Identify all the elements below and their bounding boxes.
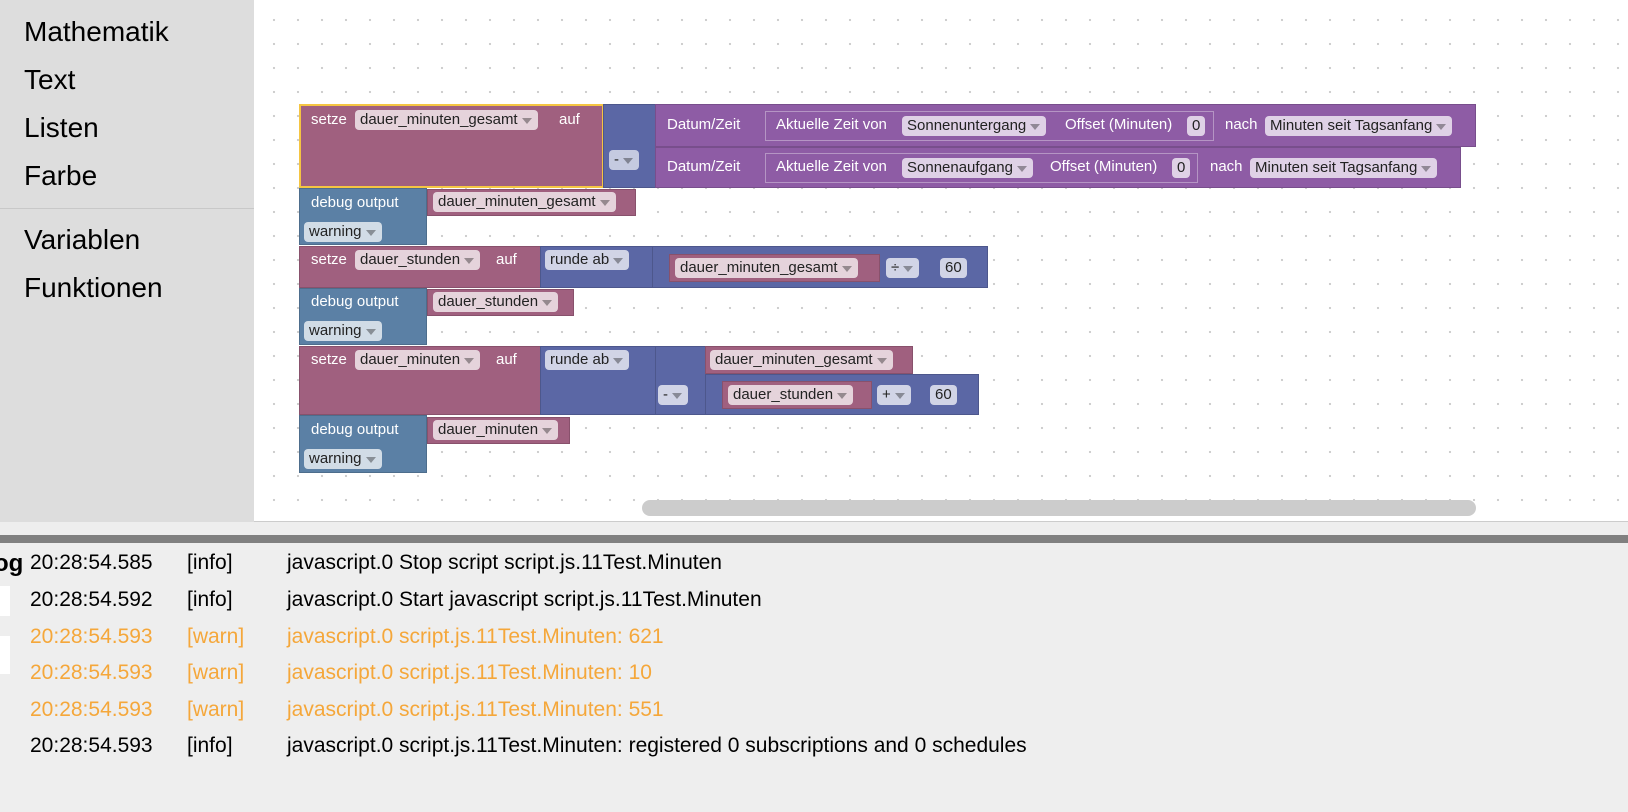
var-dropdown[interactable]: dauer_minuten	[355, 350, 481, 370]
to-label: auf	[559, 111, 580, 128]
set-label: setze	[311, 111, 347, 128]
log-level: [warn]	[187, 625, 245, 648]
log-tab-label: og	[0, 550, 24, 577]
debug-label: debug output	[311, 293, 399, 310]
operator-dropdown[interactable]: -	[658, 385, 688, 405]
after-label: nach	[1225, 116, 1258, 133]
to-label: auf	[496, 351, 517, 368]
var-dropdown[interactable]: dauer_minuten_gesamt	[675, 258, 858, 278]
category-funktionen[interactable]: Funktionen	[24, 272, 163, 304]
log-level-dropdown[interactable]: warning	[304, 321, 382, 341]
var-dropdown[interactable]: dauer_minuten_gesamt	[710, 350, 893, 370]
set-label: setze	[311, 251, 347, 268]
debug-label: debug output	[311, 194, 399, 211]
log-message: javascript.0 script.js.11Test.Minuten: 1…	[287, 661, 652, 684]
debug-label: debug output	[311, 421, 399, 438]
sun-event-dropdown[interactable]: Sonnenuntergang	[902, 116, 1047, 136]
log-level: [warn]	[187, 698, 245, 721]
var-dropdown[interactable]: dauer_minuten_gesamt	[433, 192, 616, 212]
offset-field[interactable]: 0	[1172, 158, 1191, 178]
log-level: [info]	[187, 588, 233, 611]
log-time: 20:28:54.593	[30, 698, 153, 721]
log-time: 20:28:54.585	[30, 551, 153, 574]
to-label: auf	[496, 251, 517, 268]
round-dropdown[interactable]: runde ab	[545, 350, 630, 370]
log-time: 20:28:54.593	[30, 661, 153, 684]
number-field[interactable]: 60	[930, 385, 957, 405]
toolbox: Mathematik Text Listen Farbe Variablen F…	[0, 0, 254, 522]
var-dropdown[interactable]: dauer_minuten_gesamt	[355, 110, 538, 130]
log-time: 20:28:54.593	[30, 734, 153, 757]
after-label: nach	[1210, 158, 1243, 175]
number-field[interactable]: 60	[940, 258, 967, 278]
current-time-label: Aktuelle Zeit von	[776, 116, 887, 133]
log-message: javascript.0 Stop script script.js.11Tes…	[287, 551, 722, 574]
log-message: javascript.0 Start javascript script.js.…	[287, 588, 762, 611]
log-time: 20:28:54.593	[30, 625, 153, 648]
panel-splitter[interactable]	[0, 535, 1628, 543]
set-label: setze	[311, 351, 347, 368]
log-level-dropdown[interactable]: warning	[304, 222, 382, 242]
log-toolbar-button[interactable]	[0, 636, 10, 674]
var-dropdown[interactable]: dauer_minuten	[433, 420, 559, 440]
log-level-dropdown[interactable]: warning	[304, 449, 382, 469]
log-toolbar-button[interactable]	[0, 586, 10, 616]
operator-dropdown[interactable]: +	[877, 385, 911, 405]
offset-label: Offset (Minuten)	[1065, 116, 1173, 133]
datetime-label: Datum/Zeit	[667, 158, 741, 175]
round-dropdown[interactable]: runde ab	[545, 250, 630, 270]
format-dropdown[interactable]: Minuten seit Tagsanfang	[1250, 158, 1438, 178]
operator-dropdown[interactable]: -	[609, 150, 639, 170]
current-time-label: Aktuelle Zeit von	[776, 158, 887, 175]
log-level: [info]	[187, 551, 233, 574]
sun-event-dropdown[interactable]: Sonnenaufgang	[902, 158, 1033, 178]
log-message: javascript.0 script.js.11Test.Minuten: r…	[287, 734, 1027, 757]
category-listen[interactable]: Listen	[24, 112, 99, 144]
category-variablen[interactable]: Variablen	[24, 224, 140, 256]
toolbox-separator	[0, 208, 254, 209]
horizontal-scrollbar[interactable]	[642, 500, 1476, 516]
offset-field[interactable]: 0	[1187, 116, 1206, 136]
category-text[interactable]: Text	[24, 64, 75, 96]
datetime-label: Datum/Zeit	[667, 116, 741, 133]
var-dropdown[interactable]: dauer_stunden	[355, 250, 481, 270]
log-message: javascript.0 script.js.11Test.Minuten: 5…	[287, 698, 664, 721]
offset-label: Offset (Minuten)	[1050, 158, 1158, 175]
var-dropdown[interactable]: dauer_stunden	[433, 292, 559, 312]
log-time: 20:28:54.592	[30, 588, 153, 611]
log-message: javascript.0 script.js.11Test.Minuten: 6…	[287, 625, 664, 648]
var-dropdown[interactable]: dauer_stunden	[728, 385, 854, 405]
operator-dropdown[interactable]: ÷	[886, 258, 920, 278]
minus-block[interactable]	[603, 104, 656, 188]
category-mathematik[interactable]: Mathematik	[24, 16, 169, 48]
category-farbe[interactable]: Farbe	[24, 160, 97, 192]
format-dropdown[interactable]: Minuten seit Tagsanfang	[1265, 116, 1453, 136]
log-level: [info]	[187, 734, 233, 757]
log-level: [warn]	[187, 661, 245, 684]
